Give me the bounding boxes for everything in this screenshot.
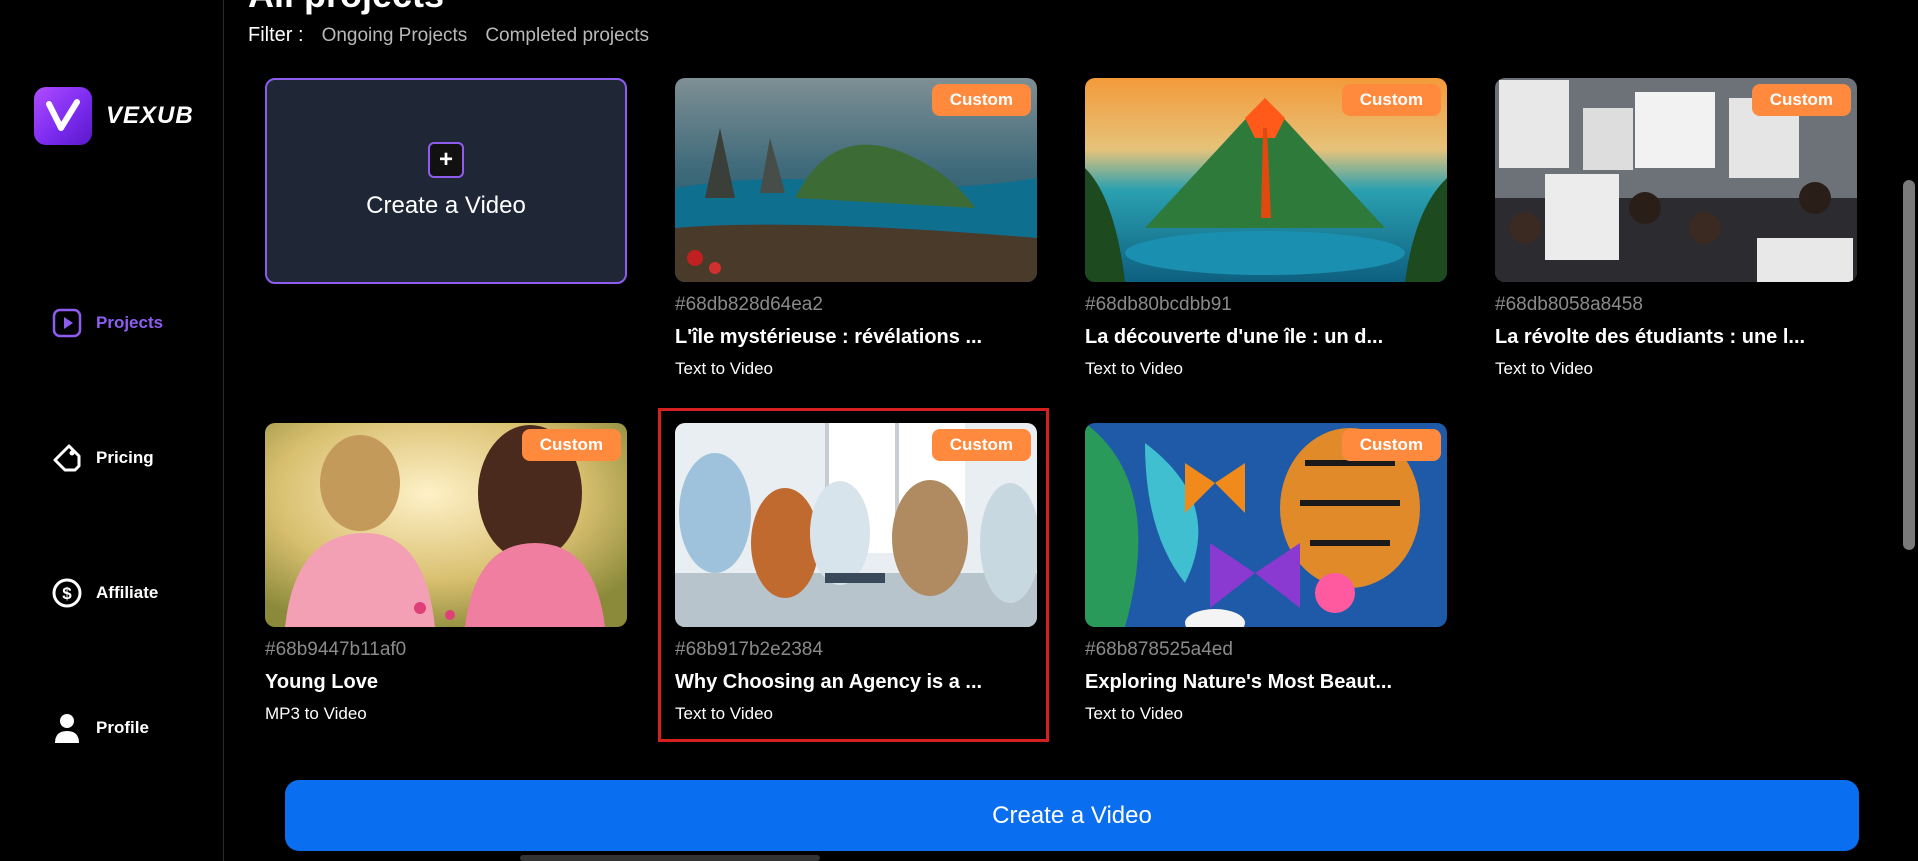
custom-badge: Custom (521, 429, 621, 461)
project-card[interactable]: Custom #68b878525a4ed Exploring Nature's… (1085, 423, 1447, 724)
project-id: #68db828d64ea2 (675, 294, 823, 315)
dollar-circle-icon: $ (50, 576, 84, 610)
project-thumbnail[interactable]: Custom (265, 423, 627, 627)
create-video-button[interactable]: Create a Video (285, 780, 1859, 851)
project-card[interactable]: Custom #68db8058a8458 La révolte des étu… (1495, 78, 1857, 379)
tag-icon (50, 441, 84, 475)
custom-badge: Custom (1751, 84, 1851, 116)
sidebar-item-label: Pricing (96, 448, 154, 467)
scrollbar-thumb[interactable] (1903, 180, 1915, 550)
filter-completed-projects[interactable]: Completed projects (485, 25, 649, 47)
project-type: Text to Video (1495, 359, 1593, 378)
project-title: Young Love (265, 671, 378, 693)
sidebar-item-label: Affiliate (96, 583, 159, 602)
custom-badge: Custom (931, 429, 1031, 461)
user-icon (50, 711, 84, 745)
filter-label: Filter : (248, 24, 304, 46)
project-title: Why Choosing an Agency is a ... (675, 671, 983, 693)
project-id: #68b878525a4ed (1085, 639, 1233, 660)
filter-ongoing-projects[interactable]: Ongoing Projects (322, 25, 468, 47)
custom-badge: Custom (931, 84, 1031, 116)
svg-text:$: $ (62, 584, 72, 603)
horizontal-scrollbar[interactable] (520, 855, 820, 861)
project-title: La révolte des étudiants : une l... (1495, 326, 1806, 348)
project-title: Exploring Nature's Most Beaut... (1085, 671, 1393, 693)
custom-badge: Custom (1341, 84, 1441, 116)
project-id: #68db80bcdbb91 (1085, 294, 1232, 315)
create-video-card[interactable]: + Create a Video (265, 78, 627, 284)
project-thumbnail[interactable]: Custom (1085, 423, 1447, 627)
project-type: MP3 to Video (265, 704, 367, 723)
vexub-logo-icon (34, 87, 92, 145)
project-id: #68b917b2e2384 (675, 639, 823, 660)
sidebar-item-profile[interactable]: Profile (50, 711, 149, 745)
play-square-icon (50, 306, 84, 340)
project-title: La découverte d'une île : un d... (1085, 326, 1384, 348)
sidebar-item-pricing[interactable]: Pricing (50, 441, 154, 475)
project-type: Text to Video (1085, 704, 1183, 723)
project-card[interactable]: Custom #68db828d64ea2 L'île mystérieuse … (675, 78, 1037, 379)
project-title: L'île mystérieuse : révélations ... (675, 326, 983, 348)
sidebar-item-label: Projects (96, 313, 164, 332)
project-card[interactable]: Custom #68b9447b11af0 Young Love MP3 to … (265, 423, 627, 724)
project-id: #68b9447b11af0 (265, 639, 407, 660)
project-thumbnail[interactable]: Custom (675, 423, 1037, 627)
project-card[interactable]: Custom #68db80bcdbb91 La découverte d'un… (1085, 78, 1447, 379)
project-type: Text to Video (1085, 359, 1183, 378)
brand-name: VEXUB (106, 102, 194, 129)
project-card[interactable]: Custom #68b917b2e2384 Why Choosing an Ag… (675, 423, 1037, 724)
custom-badge: Custom (1341, 429, 1441, 461)
project-thumbnail[interactable]: Custom (675, 78, 1037, 282)
page-title: All projects (248, 0, 444, 16)
sidebar-item-affiliate[interactable]: $ Affiliate (50, 576, 158, 610)
brand-logo[interactable]: VEXUB (34, 87, 194, 145)
project-id: #68db8058a8458 (1495, 294, 1643, 315)
project-type: Text to Video (675, 704, 773, 723)
sidebar-item-label: Profile (96, 718, 149, 737)
project-thumbnail[interactable]: Custom (1495, 78, 1857, 282)
project-thumbnail[interactable]: Custom (1085, 78, 1447, 282)
project-type: Text to Video (675, 359, 773, 378)
filter-bar: Filter : Ongoing Projects Completed proj… (248, 24, 667, 47)
sidebar-item-projects[interactable]: Projects (50, 306, 163, 340)
create-video-label: Create a Video (366, 192, 526, 219)
plus-icon: + (428, 142, 464, 178)
sidebar: VEXUB Projects Pricing $ Affiliate Profi… (0, 0, 224, 861)
